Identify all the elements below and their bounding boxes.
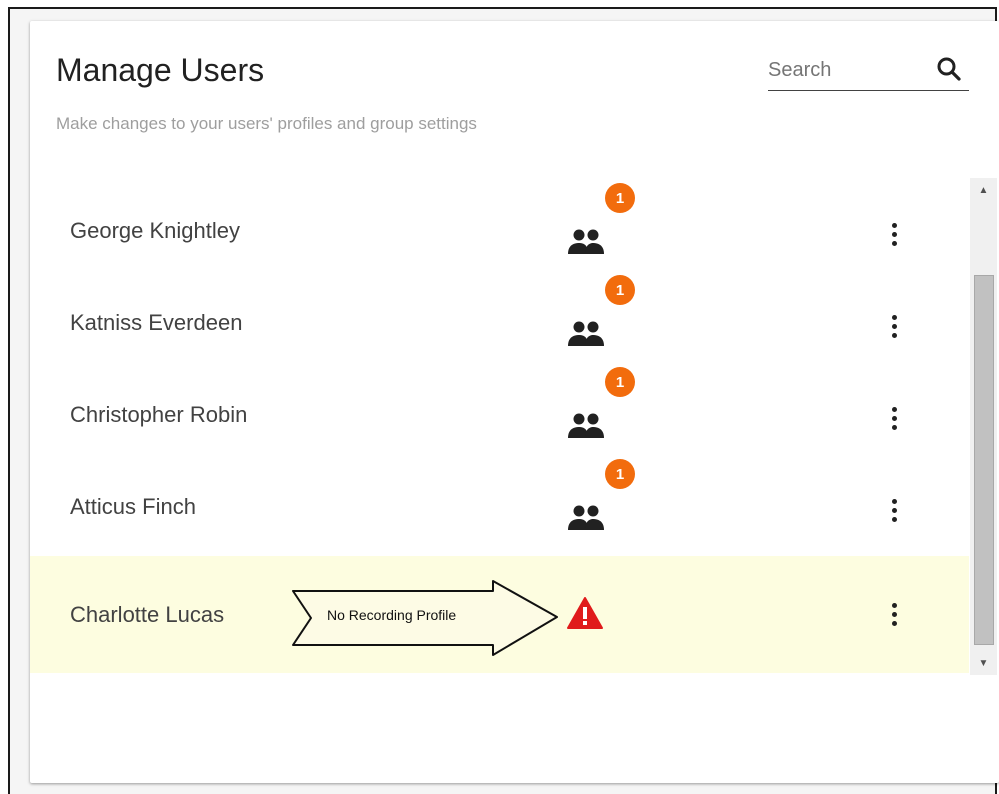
group-count-badge: 1 bbox=[605, 367, 635, 397]
group-count-badge: 1 bbox=[605, 459, 635, 489]
more-options-button[interactable] bbox=[882, 598, 906, 630]
more-vert-icon bbox=[891, 602, 897, 608]
scroll-up-arrow-icon[interactable]: ▲ bbox=[970, 178, 997, 202]
group-count-badge: 1 bbox=[605, 183, 635, 213]
more-vert-icon bbox=[891, 498, 897, 504]
user-name: Charlotte Lucas bbox=[70, 602, 225, 627]
more-options-button[interactable] bbox=[882, 310, 906, 342]
more-vert-icon bbox=[891, 406, 897, 412]
more-vert-icon bbox=[891, 314, 897, 320]
group-count-badge: 1 bbox=[605, 275, 635, 305]
user-row-katniss-everdeen[interactable]: Katniss Everdeen 1 bbox=[30, 275, 969, 372]
user-row-christopher-robin[interactable]: Christopher Robin 1 bbox=[30, 367, 969, 464]
more-vert-icon bbox=[891, 222, 897, 228]
user-name: Christopher Robin bbox=[70, 402, 248, 427]
warning-icon[interactable] bbox=[566, 596, 604, 630]
group-icon[interactable] bbox=[566, 320, 606, 348]
group-icon[interactable] bbox=[566, 412, 606, 440]
user-name: George Knightley bbox=[70, 218, 240, 243]
group-icon[interactable] bbox=[566, 228, 606, 256]
user-row-george-knightley[interactable]: George Knightley 1 bbox=[30, 183, 969, 280]
page-subtitle: Make changes to your users' profiles and… bbox=[56, 114, 477, 133]
page-title: Manage Users bbox=[56, 52, 265, 88]
search-icon[interactable] bbox=[934, 54, 964, 84]
more-options-button[interactable] bbox=[882, 218, 906, 250]
user-row-atticus-finch[interactable]: Atticus Finch 1 bbox=[30, 459, 969, 556]
user-name: Atticus Finch bbox=[70, 494, 196, 519]
user-name: Katniss Everdeen bbox=[70, 310, 243, 335]
scroll-down-arrow-icon[interactable]: ▼ bbox=[970, 651, 997, 675]
search-box bbox=[768, 52, 969, 91]
search-input[interactable] bbox=[768, 56, 928, 84]
list-scrollbar[interactable]: ▲ ▼ bbox=[970, 178, 997, 675]
more-options-button[interactable] bbox=[882, 494, 906, 526]
more-options-button[interactable] bbox=[882, 402, 906, 434]
callout-label: No Recording Profile bbox=[327, 607, 457, 623]
group-icon[interactable] bbox=[566, 504, 606, 532]
scrollbar-thumb[interactable] bbox=[974, 275, 994, 645]
